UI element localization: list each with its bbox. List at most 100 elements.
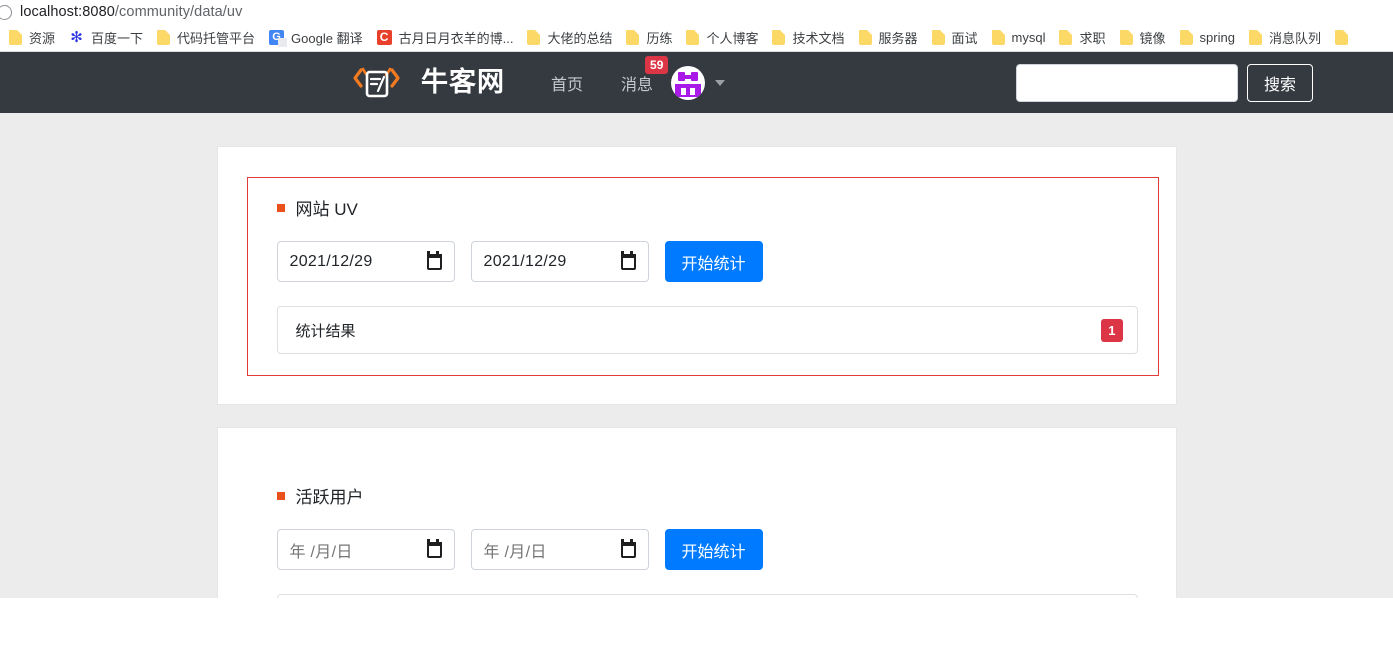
calendar-icon[interactable] — [426, 250, 442, 270]
folder-icon — [931, 29, 945, 45]
section-title-label: 活跃用户 — [295, 488, 364, 507]
folder-icon — [527, 29, 541, 45]
folder-icon — [157, 29, 171, 45]
search-input[interactable] — [1015, 63, 1238, 102]
bookmark-item[interactable]: 技术文档 — [765, 25, 851, 50]
square-bullet-icon — [276, 491, 285, 500]
search-area: 搜索 — [1015, 63, 1313, 102]
bookmark-item[interactable]: 百度一下 — [62, 25, 150, 50]
nowcoder-logo-icon — [348, 66, 412, 100]
stat-card: 活跃用户年 /月/日 年 /月/日 开始统计统计结果 — [216, 427, 1177, 598]
site-header: 牛客网 首页 消息 59 搜索 — [0, 52, 1393, 113]
brand-name: 牛客网 — [421, 67, 505, 97]
bookmark-item[interactable]: mysql — [985, 27, 1053, 48]
folder-icon — [1119, 29, 1133, 45]
bookmark-item[interactable]: G Google 翻译 — [262, 25, 370, 50]
bookmark-label: Google 翻译 — [291, 30, 363, 46]
calendar-icon[interactable] — [426, 538, 442, 558]
section-title: 网站 UV — [276, 195, 1138, 220]
calendar-icon[interactable] — [620, 538, 636, 558]
bookmark-label: 面试 — [951, 30, 978, 46]
browser-chrome: localhost:8080/community/data/uv 资源 百度一下 代… — [0, 0, 1393, 52]
start-statistics-button[interactable]: 开始统计 — [664, 529, 763, 570]
user-menu[interactable] — [671, 65, 726, 100]
bookmark-item[interactable]: 镜像 — [1113, 25, 1173, 50]
date-end-value: 2021/12/29 — [483, 252, 567, 270]
bookmark-item[interactable]: 代码托管平台 — [150, 25, 262, 50]
folder-icon — [1334, 29, 1348, 45]
bookmark-label: 代码托管平台 — [177, 30, 256, 46]
bookmark-label: 服务器 — [878, 30, 918, 46]
date-end-value: 年 /月/日 — [483, 543, 547, 561]
bookmark-item[interactable]: 消息队列 — [1242, 25, 1328, 50]
page-body: 网站 UV 2021/12/29 2021/12/29 开始统计 统计结果 1 活跃用户年 … — [0, 113, 1393, 598]
bookmark-label: mysql — [1011, 29, 1046, 45]
site-info-icon[interactable] — [0, 4, 12, 20]
bookmark-label: 个人博客 — [706, 30, 759, 46]
folder-icon — [772, 29, 786, 45]
start-statistics-button[interactable]: 开始统计 — [664, 241, 763, 282]
stat-card: 网站 UV 2021/12/29 2021/12/29 开始统计统计结果 1 — [216, 146, 1177, 405]
bookmark-label: 求职 — [1079, 30, 1106, 46]
bookmark-label: 技术文档 — [792, 30, 845, 46]
date-end-input[interactable]: 2021/12/29 — [470, 241, 649, 282]
nav-item-home[interactable]: 首页 — [551, 71, 583, 95]
url-path: /community/data/uv — [114, 3, 243, 20]
bookmark-item[interactable] — [1328, 27, 1355, 48]
bookmark-label: 镜像 — [1139, 30, 1166, 46]
bookmark-item[interactable]: 服务器 — [852, 25, 925, 50]
bookmark-item[interactable]: 面试 — [925, 25, 985, 50]
result-count-badge: 1 — [1101, 318, 1123, 342]
csdn-icon: C — [376, 29, 392, 45]
google-translate-icon: G — [269, 29, 288, 47]
bookmark-item[interactable]: 求职 — [1052, 25, 1112, 50]
bookmark-item[interactable]: 资源 — [2, 25, 62, 50]
folder-icon — [1248, 29, 1262, 45]
bookmark-item[interactable]: 个人博客 — [679, 25, 765, 50]
bookmark-label: 古月日月衣羊的博... — [398, 30, 514, 46]
date-range-form: 2021/12/29 2021/12/29 开始统计 — [276, 241, 1138, 282]
bookmark-item[interactable]: 历练 — [619, 25, 679, 50]
bookmark-label: 资源 — [29, 30, 56, 46]
stat-card-inner: 网站 UV 2021/12/29 2021/12/29 开始统计统计结果 1 — [246, 177, 1159, 376]
folder-icon — [1179, 29, 1193, 45]
date-start-value: 年 /月/日 — [289, 543, 353, 561]
folder-icon — [626, 29, 640, 45]
date-range-form: 年 /月/日 年 /月/日 开始统计 — [276, 529, 1138, 570]
url-text: localhost:8080/community/data/uv — [20, 4, 242, 20]
date-start-input[interactable]: 年 /月/日 — [276, 529, 455, 570]
bookmark-label: 百度一下 — [91, 30, 144, 46]
section-title: 活跃用户 — [276, 483, 1138, 508]
brand-logo-link[interactable]: 牛客网 — [348, 66, 505, 100]
baidu-icon — [69, 30, 84, 45]
bookmark-label: 消息队列 — [1268, 30, 1321, 46]
search-button[interactable]: 搜索 — [1246, 63, 1313, 102]
calendar-icon[interactable] — [620, 250, 636, 270]
stat-card-inner: 活跃用户年 /月/日 年 /月/日 开始统计统计结果 — [247, 458, 1159, 598]
date-end-input[interactable]: 年 /月/日 — [470, 529, 649, 570]
result-label: 统计结果 — [295, 322, 356, 340]
bookmark-item[interactable]: 大佬的总结 — [520, 25, 619, 50]
folder-icon — [1059, 29, 1073, 45]
result-box: 统计结果 1 — [276, 306, 1138, 354]
address-bar[interactable]: localhost:8080/community/data/uv — [0, 0, 1393, 23]
folder-icon — [9, 29, 22, 45]
bookmark-item[interactable]: spring — [1173, 27, 1242, 48]
result-box: 统计结果 — [276, 594, 1138, 598]
date-start-value: 2021/12/29 — [289, 252, 373, 270]
folder-icon — [858, 29, 872, 45]
folder-icon — [686, 29, 700, 45]
date-start-input[interactable]: 2021/12/29 — [276, 241, 455, 282]
section-title-label: 网站 UV — [295, 200, 358, 219]
folder-icon — [991, 29, 1005, 45]
data-cards-container: 网站 UV 2021/12/29 2021/12/29 开始统计 统计结果 1 活跃用户年 … — [216, 146, 1177, 598]
nav-item-message-label: 消息 — [621, 76, 654, 94]
nav-item-message[interactable]: 消息 59 — [621, 55, 669, 95]
square-bullet-icon — [276, 203, 285, 212]
bookmark-label: spring — [1199, 29, 1235, 45]
avatar — [671, 65, 706, 100]
bookmark-label: 大佬的总结 — [547, 30, 613, 46]
url-host: localhost:8080 — [20, 3, 115, 20]
bookmark-item[interactable]: C 古月日月衣羊的博... — [370, 25, 521, 50]
chevron-down-icon[interactable] — [715, 79, 726, 86]
